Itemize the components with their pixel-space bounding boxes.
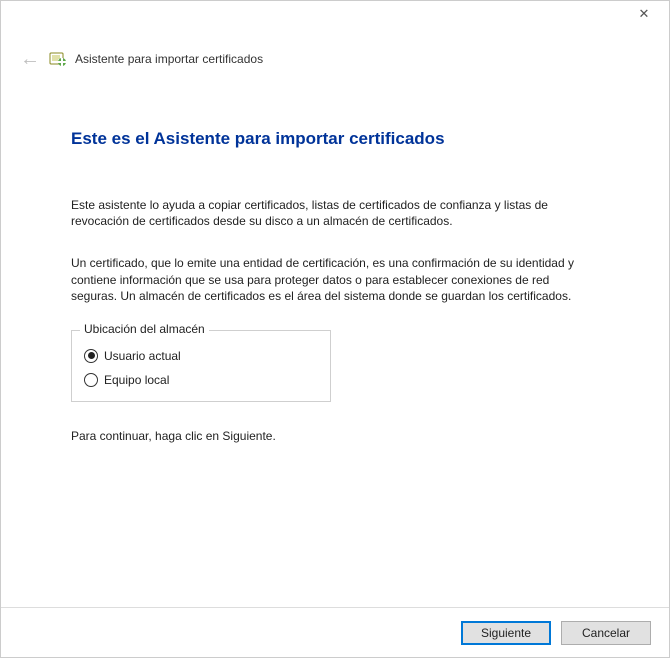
cancel-button[interactable]: Cancelar: [561, 621, 651, 645]
next-button[interactable]: Siguiente: [461, 621, 551, 645]
radio-icon: [84, 373, 98, 387]
certificate-icon: [49, 50, 67, 68]
wizard-content: Este es el Asistente para importar certi…: [1, 69, 669, 607]
wizard-caption: Asistente para importar certificados: [75, 52, 263, 66]
wizard-footer: Siguiente Cancelar: [1, 607, 669, 657]
radio-icon: [84, 349, 98, 363]
intro-paragraph-2: Un certificado, que lo emite una entidad…: [71, 255, 591, 304]
wizard-window: ✕ ← Asistente para importar certificados…: [0, 0, 670, 658]
page-title: Este es el Asistente para importar certi…: [71, 129, 599, 149]
radio-current-user[interactable]: Usuario actual: [84, 349, 318, 363]
back-arrow-icon[interactable]: ←: [19, 49, 41, 69]
store-location-group: Ubicación del almacén Usuario actual Equ…: [71, 330, 331, 402]
radio-local-machine-label: Equipo local: [104, 373, 169, 387]
wizard-header: ← Asistente para importar certificados: [1, 31, 669, 69]
radio-local-machine[interactable]: Equipo local: [84, 373, 318, 387]
radio-current-user-label: Usuario actual: [104, 349, 181, 363]
intro-paragraph-1: Este asistente lo ayuda a copiar certifi…: [71, 197, 591, 229]
store-location-legend: Ubicación del almacén: [80, 322, 209, 336]
title-bar: ✕: [1, 1, 669, 31]
close-icon[interactable]: ✕: [629, 5, 659, 23]
continue-hint: Para continuar, haga clic en Siguiente.: [71, 428, 591, 444]
